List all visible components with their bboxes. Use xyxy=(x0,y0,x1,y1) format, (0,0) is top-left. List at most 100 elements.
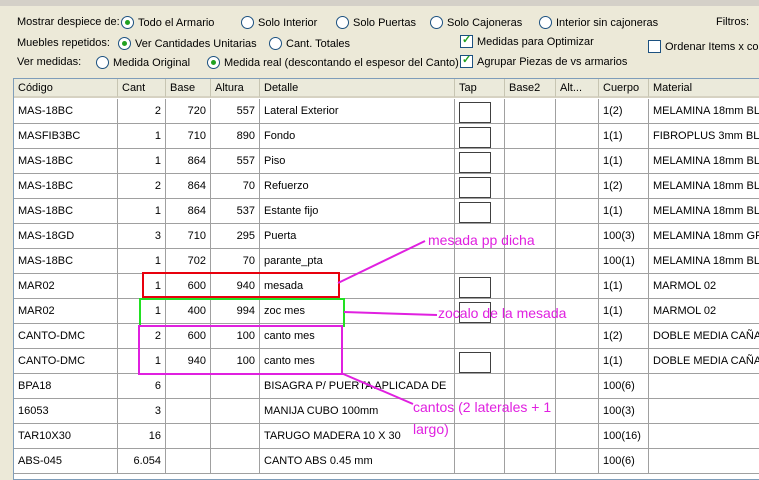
checkbox-ordenar-items[interactable]: Ordenar Items x col xyxy=(648,40,759,53)
cell-detalle: Puerta xyxy=(260,224,455,249)
cell-alt xyxy=(556,424,599,449)
column-header-cuerpo[interactable]: Cuerpo xyxy=(599,79,649,98)
radio-solo-puertas[interactable]: Solo Puertas xyxy=(336,16,416,29)
cell-alt xyxy=(556,224,599,249)
column-header-tap[interactable]: Tap xyxy=(455,79,505,98)
cell-codigo: MASFIB3BC xyxy=(14,124,118,149)
table-row[interactable]: MAS-18BC 2 720 557 Lateral Exterior 1(2) MELAM… xyxy=(14,99,759,124)
checkbox-indicator xyxy=(460,33,473,48)
cell-alt xyxy=(556,274,599,299)
cell-codigo: BPA18 xyxy=(14,374,118,399)
cell-material: MELAMINA 18mm BL xyxy=(649,149,759,174)
radio-indicator xyxy=(539,16,552,29)
radio-todo-el-armario[interactable]: Todo el Armario xyxy=(121,16,214,29)
column-header-base[interactable]: Base xyxy=(166,79,211,98)
radio-indicator xyxy=(118,37,131,50)
cell-codigo: MAS-18BC xyxy=(14,99,118,124)
column-header-material[interactable]: Material xyxy=(649,79,759,98)
cell-codigo: MAR02 xyxy=(14,299,118,324)
table-row[interactable]: 16053 3 MANIJA CUBO 100mm 100(3) xyxy=(14,399,759,424)
cell-base: 864 xyxy=(166,199,211,224)
cell-detalle: parante_pta xyxy=(260,249,455,274)
cell-cuerpo: 1(2) xyxy=(599,99,649,124)
cell-detalle: canto mes xyxy=(260,324,455,349)
cell-tap xyxy=(455,424,505,449)
cell-cuerpo: 1(1) xyxy=(599,199,649,224)
checkbox-medidas-optimizar[interactable]: Medidas para Optimizar xyxy=(460,33,594,48)
radio-interior-sin-cajoneras[interactable]: Interior sin cajoneras xyxy=(539,16,658,29)
cell-cuerpo: 100(1) xyxy=(599,249,649,274)
cell-codigo: MAS-18BC xyxy=(14,149,118,174)
cell-base: 600 xyxy=(166,274,211,299)
cell-altura: 100 xyxy=(211,349,260,374)
cell-cant: 1 xyxy=(118,149,166,174)
cell-detalle: CANTO ABS 0.45 mm xyxy=(260,449,455,474)
cell-detalle: BISAGRA P/ PUERTA APLICADA DE xyxy=(260,374,455,399)
radio-label: Medida real (descontando el espesor del … xyxy=(224,56,459,69)
table-row[interactable]: CANTO-DMC 2 600 100 canto mes 1(2) DOBLE MEDIA… xyxy=(14,324,759,349)
table-row[interactable]: MAS-18BC 1 864 537 Estante fijo 1(1) MELAMINA … xyxy=(14,199,759,224)
cell-tap xyxy=(455,199,505,224)
cell-altura: 890 xyxy=(211,124,260,149)
cell-cuerpo: 100(3) xyxy=(599,399,649,424)
cell-cuerpo: 100(6) xyxy=(599,449,649,474)
table-row[interactable]: MAS-18BC 2 864 70 Refuerzo 1(2) MELAMINA 18mm … xyxy=(14,174,759,199)
checkbox-indicator xyxy=(460,53,473,68)
radio-label: Solo Cajoneras xyxy=(447,16,523,29)
cell-alt xyxy=(556,399,599,424)
cell-alt xyxy=(556,374,599,399)
table-row[interactable]: MAS-18GD 3 710 295 Puerta 100(3) MELAMINA 18mm… xyxy=(14,224,759,249)
radio-solo-cajoneras[interactable]: Solo Cajoneras xyxy=(430,16,522,29)
column-header-codigo[interactable]: Código xyxy=(14,79,118,98)
column-header-detalle[interactable]: Detalle xyxy=(260,79,455,98)
cell-base: 864 xyxy=(166,174,211,199)
column-header-alt[interactable]: Alt... xyxy=(556,79,599,98)
radio-medida-original[interactable]: Medida Original xyxy=(96,56,190,69)
table-row[interactable]: CANTO-DMC 1 940 100 canto mes 1(1) DOBLE MEDIA… xyxy=(14,349,759,374)
cell-detalle: Refuerzo xyxy=(260,174,455,199)
table-row[interactable]: TAR10X30 16 TARUGO MADERA 10 X 30 100(16) xyxy=(14,424,759,449)
table-row[interactable]: MAR02 1 600 940 mesada 1(1) MARMOL 02 xyxy=(14,274,759,299)
cell-material xyxy=(649,374,759,399)
checkbox-label: Agrupar Piezas de vs armarios xyxy=(477,55,628,68)
cell-base: 720 xyxy=(166,99,211,124)
cell-altura: 295 xyxy=(211,224,260,249)
radio-indicator xyxy=(121,16,134,29)
table-row[interactable]: MAS-18BC 1 702 70 parante_pta 100(1) MELAMINA … xyxy=(14,249,759,274)
tap-preview-box xyxy=(459,276,491,298)
radio-cantidades-unitarias[interactable]: Ver Cantidades Unitarias xyxy=(118,37,257,50)
table-row[interactable]: MAS-18BC 1 864 557 Piso 1(1) MELAMINA 18mm BL xyxy=(14,149,759,174)
cell-tap xyxy=(455,174,505,199)
radio-cant-totales[interactable]: Cant. Totales xyxy=(269,37,350,50)
radio-indicator xyxy=(336,16,349,29)
piezas-grid[interactable]: Código Cant Base Altura Detalle Tap Base2 Alt..… xyxy=(13,78,759,480)
cell-material: FIBROPLUS 3mm BL xyxy=(649,124,759,149)
cell-cant: 6.054 xyxy=(118,449,166,474)
radio-label: Todo el Armario xyxy=(138,16,215,29)
table-row[interactable]: MASFIB3BC 1 710 890 Fondo 1(1) FIBROPLUS 3mm B… xyxy=(14,124,759,149)
cell-base2 xyxy=(505,199,556,224)
cell-base: 702 xyxy=(166,249,211,274)
column-header-base2[interactable]: Base2 xyxy=(505,79,556,98)
table-row[interactable]: ABS-045 6.054 CANTO ABS 0.45 mm 100(6) xyxy=(14,449,759,474)
cell-material: MELAMINA 18mm GR xyxy=(649,224,759,249)
radio-label: Solo Puertas xyxy=(353,16,416,29)
radio-medida-real[interactable]: Medida real (descontando el espesor del … xyxy=(207,56,459,69)
cell-cant: 16 xyxy=(118,424,166,449)
table-row[interactable]: BPA18 6 BISAGRA P/ PUERTA APLICADA DE 100(6… xyxy=(14,374,759,399)
cell-alt xyxy=(556,449,599,474)
cell-cuerpo: 1(2) xyxy=(599,324,649,349)
cell-cant: 2 xyxy=(118,174,166,199)
column-header-cant[interactable]: Cant xyxy=(118,79,166,98)
cell-base2 xyxy=(505,449,556,474)
tap-preview-box xyxy=(459,351,491,373)
cell-codigo: CANTO-DMC xyxy=(14,349,118,374)
checkbox-agrupar-piezas[interactable]: Agrupar Piezas de vs armarios xyxy=(460,53,628,68)
tap-preview-box xyxy=(459,101,491,123)
radio-solo-interior[interactable]: Solo Interior xyxy=(241,16,317,29)
table-row[interactable]: MAR02 1 400 994 zoc mes 1(1) MARMOL 02 xyxy=(14,299,759,324)
cell-base2 xyxy=(505,274,556,299)
filtros-label: Filtros: xyxy=(716,16,749,28)
radio-indicator xyxy=(269,37,282,50)
column-header-altura[interactable]: Altura xyxy=(211,79,260,98)
